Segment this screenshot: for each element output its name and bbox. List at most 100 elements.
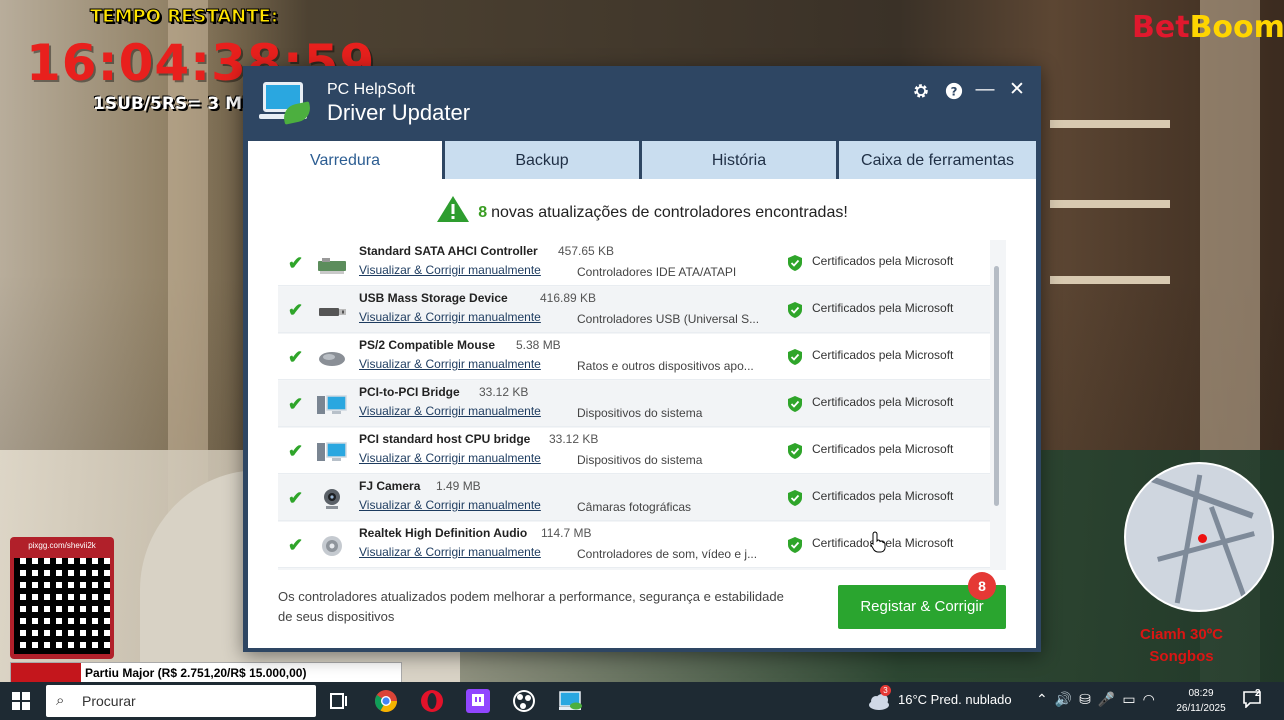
manual-fix-link[interactable]: Visualizar & Corrigir manualmente bbox=[359, 404, 541, 418]
manual-fix-link[interactable]: Visualizar & Corrigir manualmente bbox=[359, 310, 541, 324]
computer-icon bbox=[317, 395, 347, 414]
help-button[interactable]: ? bbox=[940, 78, 968, 104]
certification-label: Certificados pela Microsoft bbox=[812, 442, 954, 456]
sponsor-logo: BetBoom bbox=[1132, 10, 1284, 45]
driver-size: 1.49 MB bbox=[436, 479, 481, 493]
driver-category: Dispositivos do sistema bbox=[577, 453, 703, 467]
computer-icon bbox=[317, 442, 347, 461]
row-checkbox[interactable]: ✔ bbox=[288, 442, 306, 460]
manual-fix-link[interactable]: Visualizar & Corrigir manualmente bbox=[359, 357, 541, 371]
game-weather-line: Ciamh 30ºC bbox=[1140, 626, 1224, 643]
minimize-button[interactable]: — bbox=[971, 78, 999, 104]
scan-result-banner: 8 novas atualizações de controladores enc… bbox=[248, 195, 1036, 223]
driver-updater-taskbar-icon[interactable] bbox=[555, 686, 585, 716]
driver-row[interactable]: ✔ PCI-to-PCI Bridge 33.12 KB Visualizar … bbox=[278, 381, 990, 427]
driver-updater-window: PC HelpSoft Driver Updater ? — ✕ Varredu… bbox=[243, 66, 1041, 652]
driver-row[interactable]: ✔ USB Mass Storage Device 416.89 KB Visu… bbox=[278, 287, 990, 333]
driver-list: ✔ Standard SATA AHCI Controller 457.65 K… bbox=[278, 240, 1006, 570]
speaker-icon bbox=[322, 536, 342, 556]
close-button[interactable]: ✕ bbox=[1003, 78, 1031, 104]
list-scrollbar[interactable] bbox=[993, 262, 1001, 542]
usb-icon bbox=[319, 308, 346, 316]
tab-varredura[interactable]: Varredura bbox=[248, 141, 442, 181]
driver-row[interactable]: ✔ PCI standard host CPU bridge 33.12 KB … bbox=[278, 428, 990, 474]
driver-name: USB Mass Storage Device bbox=[359, 291, 508, 305]
driver-row[interactable]: ✔ Standard SATA AHCI Controller 457.65 K… bbox=[278, 240, 990, 286]
driver-size: 33.12 KB bbox=[549, 432, 599, 446]
row-checkbox[interactable]: ✔ bbox=[288, 254, 306, 272]
minimap bbox=[1124, 462, 1274, 612]
onedrive-icon[interactable]: ⛁ bbox=[1079, 691, 1098, 707]
driver-name: Standard SATA AHCI Controller bbox=[359, 244, 538, 258]
row-checkbox[interactable]: ✔ bbox=[288, 536, 306, 554]
row-checkbox[interactable]: ✔ bbox=[288, 301, 306, 319]
scrollbar-thumb[interactable] bbox=[994, 266, 999, 506]
twitch-icon[interactable] bbox=[463, 686, 493, 716]
qr-code-card: pixgg.com/shevii2k bbox=[10, 537, 114, 659]
driver-size: 457.65 KB bbox=[558, 244, 615, 258]
microphone-icon[interactable]: 🎤 bbox=[1098, 691, 1122, 707]
driver-row[interactable]: ✔ FJ Camera 1.49 MB Visualizar & Corrigi… bbox=[278, 475, 990, 521]
sponsor-logo-part1: Bet bbox=[1132, 10, 1190, 45]
taskbar-search[interactable]: ⌕ Procurar bbox=[46, 685, 316, 717]
shield-check-icon bbox=[788, 349, 802, 365]
driver-name: Realtek High Definition Audio bbox=[359, 526, 528, 540]
start-button[interactable] bbox=[12, 692, 30, 710]
mouse-icon bbox=[319, 352, 345, 366]
driver-category: Controladores IDE ATA/ATAPI bbox=[577, 265, 737, 279]
driver-name: PS/2 Compatible Mouse bbox=[359, 338, 496, 352]
manual-fix-link[interactable]: Visualizar & Corrigir manualmente bbox=[359, 263, 541, 277]
manual-fix-link[interactable]: Visualizar & Corrigir manualmente bbox=[359, 545, 541, 559]
tab-bar: Varredura Backup História Caixa de ferra… bbox=[248, 141, 1036, 181]
driver-size: 416.89 KB bbox=[540, 291, 597, 305]
help-icon: ? bbox=[945, 82, 963, 100]
volume-icon[interactable]: 🔊 bbox=[1055, 691, 1079, 707]
chrome-icon[interactable] bbox=[371, 686, 401, 716]
certification-label: Certificados pela Microsoft bbox=[812, 301, 954, 315]
search-icon: ⌕ bbox=[56, 692, 65, 709]
warning-icon bbox=[437, 196, 470, 222]
shield-check-icon bbox=[788, 490, 802, 506]
tab-backup[interactable]: Backup bbox=[445, 141, 639, 179]
shield-check-icon bbox=[788, 255, 802, 271]
taskbar-weather[interactable]: 16°C Pred. nublado bbox=[898, 692, 1012, 707]
svg-text:?: ? bbox=[951, 85, 958, 99]
notification-button[interactable]: 2 bbox=[1242, 688, 1266, 712]
gear-icon bbox=[914, 84, 928, 98]
manual-fix-link[interactable]: Visualizar & Corrigir manualmente bbox=[359, 451, 541, 465]
manual-fix-link[interactable]: Visualizar & Corrigir manualmente bbox=[359, 498, 541, 512]
opera-icon[interactable] bbox=[417, 686, 447, 716]
certification-label: Certificados pela Microsoft bbox=[812, 395, 954, 409]
minimap-player-dot bbox=[1198, 534, 1207, 543]
driver-row[interactable]: ✔ PS/2 Compatible Mouse 5.38 MB Visualiz… bbox=[278, 334, 990, 380]
app-title: Driver Updater bbox=[327, 100, 471, 125]
driver-size: 114.7 MB bbox=[541, 526, 592, 540]
driver-name: PCI-to-PCI Bridge bbox=[359, 385, 460, 399]
game-weather-overlay: Ciamh 30ºC Songbos bbox=[1140, 624, 1223, 668]
tray-chevron-icon[interactable]: ⌃ bbox=[1036, 691, 1055, 707]
weather-alert-badge: 3 bbox=[880, 685, 891, 696]
wifi-icon[interactable]: ◠ bbox=[1143, 691, 1162, 707]
taskbar-clock[interactable]: 08:29 26/11/2025 bbox=[1166, 686, 1236, 716]
tab-toolbox[interactable]: Caixa de ferramentas bbox=[839, 141, 1036, 179]
task-view-icon[interactable] bbox=[324, 686, 354, 716]
certification-label: Certificados pela Microsoft bbox=[812, 489, 954, 503]
qr-code bbox=[14, 558, 110, 654]
timer-label: TEMPO RESTANTE: bbox=[89, 6, 279, 28]
row-checkbox[interactable]: ✔ bbox=[288, 348, 306, 366]
window-header: PC HelpSoft Driver Updater ? — ✕ bbox=[243, 66, 1041, 140]
row-checkbox[interactable]: ✔ bbox=[288, 489, 306, 507]
camera-icon bbox=[324, 489, 340, 509]
notification-count: 2 bbox=[1255, 688, 1261, 699]
driver-category: Controladores de som, vídeo e j... bbox=[577, 547, 758, 561]
shield-check-icon bbox=[788, 537, 802, 553]
battery-icon[interactable]: ▭ bbox=[1122, 691, 1142, 707]
settings-button[interactable] bbox=[907, 78, 935, 104]
driver-category: Câmaras fotográficas bbox=[577, 500, 692, 514]
donation-goal-text: Partiu Major (R$ 2.751,20/R$ 15.000,00) bbox=[85, 666, 307, 680]
tab-historia[interactable]: História bbox=[642, 141, 836, 179]
driver-size: 33.12 KB bbox=[479, 385, 529, 399]
donation-goal-bar: Partiu Major (R$ 2.751,20/R$ 15.000,00) bbox=[10, 662, 402, 684]
obs-icon[interactable] bbox=[509, 686, 539, 716]
row-checkbox[interactable]: ✔ bbox=[288, 395, 306, 413]
